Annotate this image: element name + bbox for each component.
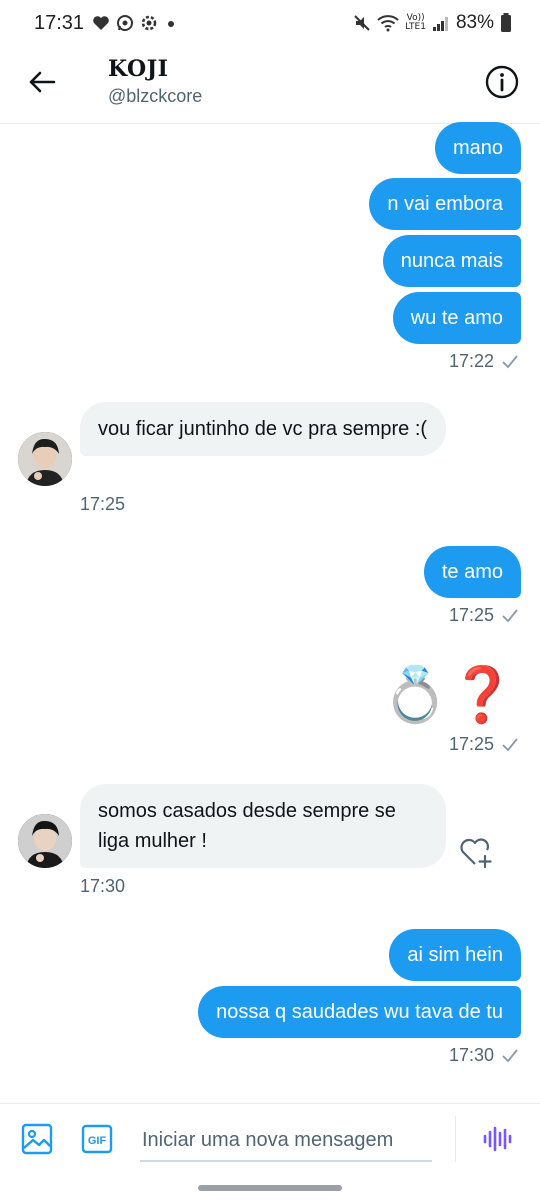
info-button[interactable] bbox=[482, 62, 522, 102]
react-button[interactable] bbox=[458, 834, 494, 870]
system-icons: Vo)) LTE1 83% bbox=[353, 11, 512, 35]
heart-plus-icon bbox=[460, 838, 492, 869]
mute-icon bbox=[354, 15, 370, 31]
sent-message[interactable]: wu te amo bbox=[392, 292, 521, 344]
message-input[interactable] bbox=[140, 1114, 432, 1162]
contact-name[interactable]: KOJI bbox=[108, 56, 168, 82]
timestamp-text: 17:25 bbox=[448, 605, 494, 625]
emoji-message[interactable]: 💍❓ bbox=[382, 660, 516, 730]
info-icon bbox=[485, 65, 519, 99]
received-message[interactable]: vou ficar juntinho de vc pra sempre :( bbox=[80, 402, 446, 456]
whatsapp-icon bbox=[117, 15, 133, 31]
message-timestamp: 17:25 bbox=[449, 734, 518, 755]
message-timestamp: 17:22 bbox=[449, 351, 518, 372]
gif-icon: GIF bbox=[81, 1124, 113, 1154]
check-icon bbox=[502, 1048, 518, 1062]
contact-handle[interactable]: @blzckcore bbox=[108, 86, 202, 107]
heart-notification-icon bbox=[93, 16, 109, 30]
sent-message[interactable]: ai sim hein bbox=[389, 929, 521, 981]
volte-indicator: Vo)) LTE1 bbox=[405, 13, 426, 32]
composer-divider bbox=[455, 1116, 456, 1162]
check-icon bbox=[502, 354, 518, 368]
check-icon bbox=[502, 737, 518, 751]
contact-avatar[interactable] bbox=[18, 432, 72, 486]
sent-message[interactable]: nossa q saudades wu tava de tu bbox=[198, 986, 521, 1038]
voice-message-button[interactable] bbox=[480, 1122, 514, 1156]
conversation-header: KOJI @blzckcore bbox=[0, 48, 540, 124]
add-gif-button[interactable]: GIF bbox=[80, 1122, 114, 1156]
voice-icon bbox=[483, 1126, 512, 1152]
arrow-left-icon bbox=[29, 71, 56, 93]
timestamp-text: 17:22 bbox=[448, 351, 494, 371]
avatar-photo bbox=[18, 432, 72, 486]
battery-icon bbox=[501, 13, 511, 32]
signal-icon bbox=[432, 17, 448, 31]
message-timestamp: 17:30 bbox=[80, 876, 126, 896]
dot-icon bbox=[168, 21, 174, 27]
message-composer: GIF bbox=[0, 1103, 540, 1175]
check-icon bbox=[502, 608, 518, 622]
message-timestamp: 17:25 bbox=[80, 494, 126, 514]
status-time: 17:31 bbox=[34, 12, 85, 34]
message-timestamp: 17:25 bbox=[449, 605, 518, 626]
received-message[interactable]: somos casados desde sempre se liga mulhe… bbox=[80, 784, 446, 868]
sent-message[interactable]: n vai embora bbox=[369, 178, 521, 230]
message-timestamp: 17:30 bbox=[449, 1045, 518, 1066]
back-button[interactable] bbox=[22, 62, 62, 102]
timestamp-text: 17:25 bbox=[448, 734, 494, 754]
home-indicator[interactable] bbox=[198, 1185, 342, 1191]
battery-percent: 83% bbox=[455, 12, 494, 33]
contact-avatar[interactable] bbox=[18, 814, 72, 868]
wifi-icon bbox=[377, 15, 399, 32]
status-bar: 17:31 Vo)) LTE1 83% bbox=[0, 0, 540, 48]
sent-message[interactable]: te amo bbox=[423, 546, 521, 598]
sent-message[interactable]: mano bbox=[434, 122, 521, 174]
add-image-button[interactable] bbox=[20, 1122, 54, 1156]
settings-gear-icon bbox=[141, 15, 157, 31]
image-icon bbox=[21, 1123, 53, 1155]
avatar-photo bbox=[18, 814, 72, 868]
timestamp-text: 17:30 bbox=[448, 1045, 494, 1065]
gif-label: GIF bbox=[88, 1135, 107, 1147]
notification-icons bbox=[92, 12, 178, 34]
sent-message[interactable]: nunca mais bbox=[382, 235, 521, 287]
